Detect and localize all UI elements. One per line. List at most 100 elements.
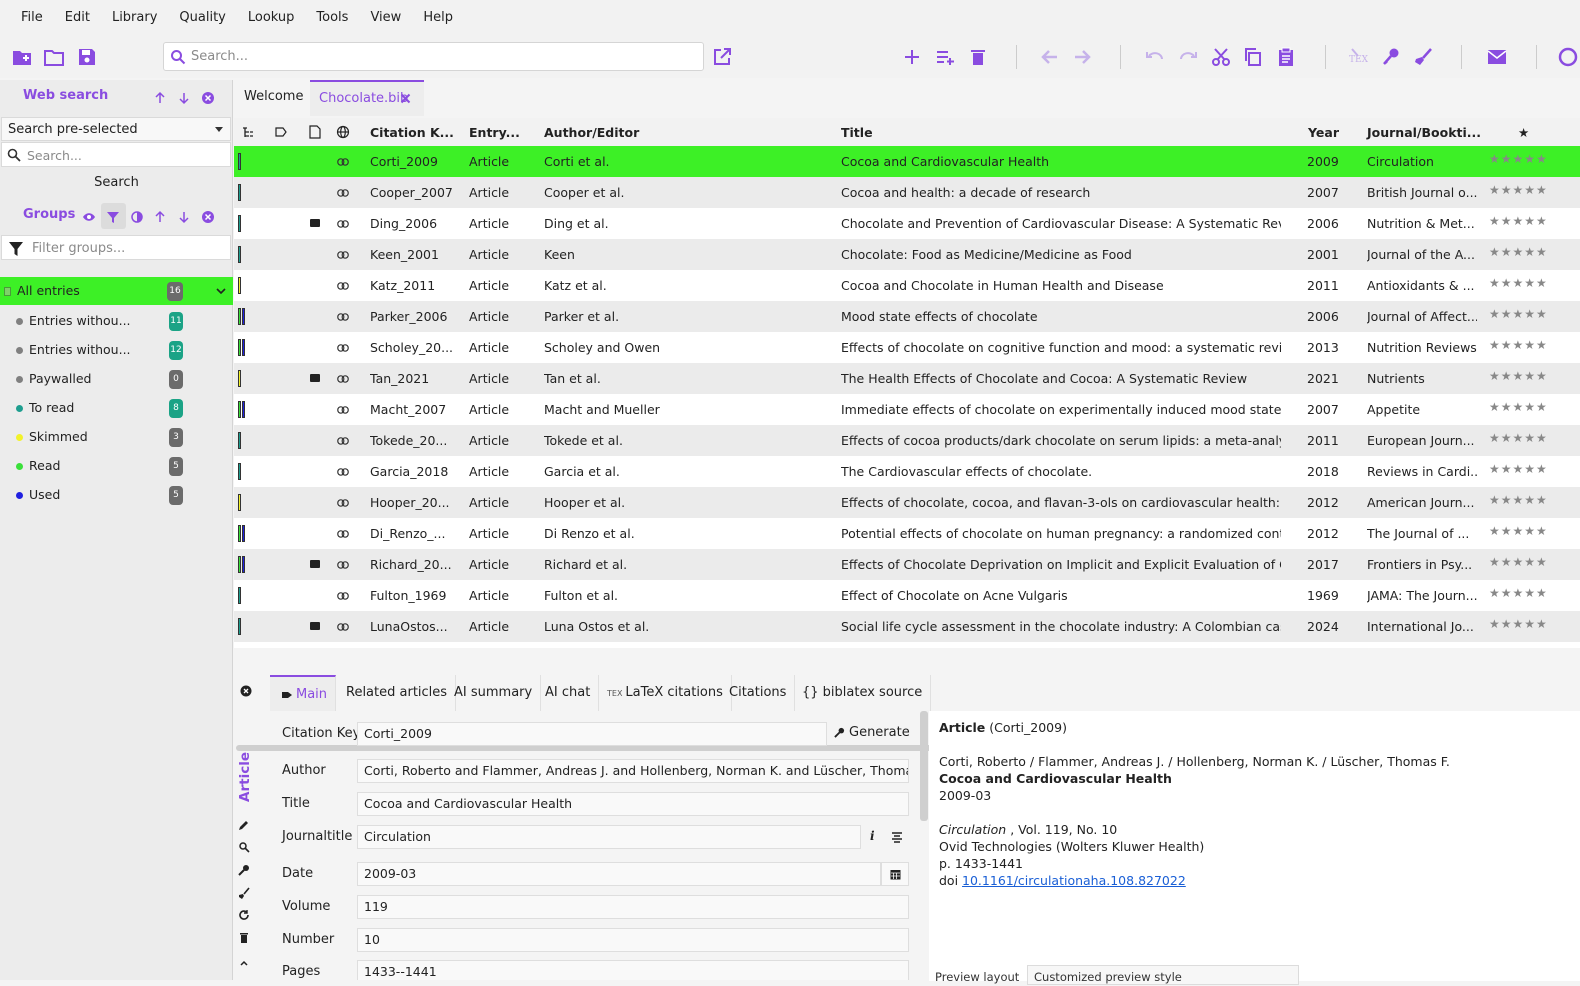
rating-stars[interactable]: ★★★★★: [1489, 586, 1548, 600]
group-entries-without-1[interactable]: Entries withou... 11: [0, 307, 233, 335]
citation-key-header[interactable]: Citation K...: [370, 125, 454, 140]
link-icon[interactable]: [337, 499, 349, 507]
number-input[interactable]: 10: [357, 928, 909, 952]
group-to-read[interactable]: To read 8: [0, 394, 233, 422]
rating-stars[interactable]: ★★★★★: [1489, 338, 1548, 352]
link-icon[interactable]: [337, 406, 349, 414]
invert-icon[interactable]: [129, 209, 145, 225]
volume-input[interactable]: 119: [357, 895, 909, 919]
filter-icon[interactable]: [105, 209, 121, 225]
link-icon[interactable]: [337, 375, 349, 383]
pdf-icon[interactable]: [310, 374, 320, 382]
entry-type-label[interactable]: Article: [236, 745, 266, 815]
entry-type-header[interactable]: Entry...: [469, 125, 520, 140]
pdf-icon[interactable]: [310, 622, 320, 630]
editor-tab-citations[interactable]: Citations: [721, 675, 796, 711]
copy-icon[interactable]: [1241, 45, 1265, 69]
save-icon[interactable]: [75, 45, 99, 69]
link-icon[interactable]: [337, 468, 349, 476]
rating-stars[interactable]: ★★★★★: [1489, 276, 1548, 290]
menu-library[interactable]: Library: [101, 0, 168, 36]
close-panel-icon[interactable]: [200, 209, 216, 225]
editor-tab-main[interactable]: Main: [270, 675, 337, 711]
table-row[interactable]: Tokede_20... Article Tokede et al. Effects …: [234, 425, 1580, 456]
open-external-icon[interactable]: [710, 45, 734, 69]
date-input[interactable]: 2009-03: [357, 862, 881, 886]
table-row[interactable]: Tan_2021 Article Tan et al. The Health Effe…: [234, 363, 1580, 394]
search-icon[interactable]: [238, 841, 254, 857]
table-row[interactable]: Garcia_2018 Article Garcia et al. The Cardi…: [234, 456, 1580, 487]
pdf-icon[interactable]: [310, 560, 320, 568]
table-row[interactable]: Cooper_2007 Article Cooper et al. Cocoa and…: [234, 177, 1580, 208]
table-row[interactable]: Ding_2006 Article Ding et al. Chocolate and…: [234, 208, 1580, 239]
back-icon[interactable]: [1038, 45, 1062, 69]
link-icon[interactable]: [337, 313, 349, 321]
label-column-icon[interactable]: [275, 126, 287, 138]
email-icon[interactable]: [1485, 45, 1509, 69]
group-read[interactable]: Read 5: [0, 452, 233, 480]
move-up-icon[interactable]: [152, 209, 168, 225]
table-row[interactable]: Fulton_1969 Article Fulton et al. Effect of…: [234, 580, 1580, 611]
editor-tab-ai-summary[interactable]: AI summary: [446, 675, 542, 711]
table-row[interactable]: Parker_2006 Article Parker et al. Mood stat…: [234, 301, 1580, 332]
journaltitle-input[interactable]: Circulation: [357, 825, 861, 849]
pages-input[interactable]: 1433--1441: [357, 960, 909, 980]
close-panel-icon[interactable]: [200, 90, 216, 106]
rating-stars[interactable]: ★★★★★: [1489, 245, 1548, 259]
refresh-icon[interactable]: [238, 909, 254, 925]
rating-stars[interactable]: ★★★★★: [1489, 152, 1548, 166]
web-search-button[interactable]: Search: [0, 175, 233, 190]
rating-stars[interactable]: ★★★★★: [1489, 183, 1548, 197]
filter-groups-input[interactable]: Filter groups...: [1, 235, 231, 260]
rating-stars[interactable]: ★★★★★: [1489, 369, 1548, 383]
generate-key-button[interactable]: Generate: [834, 725, 910, 740]
github-icon[interactable]: [1556, 45, 1580, 69]
link-icon[interactable]: [337, 189, 349, 197]
open-library-icon[interactable]: [42, 45, 66, 69]
link-icon[interactable]: [337, 592, 349, 600]
lookup-key-icon[interactable]: [238, 864, 254, 880]
table-row[interactable]: Hooper_20... Article Hooper et al. Effects …: [234, 487, 1580, 518]
cleanup-icon[interactable]: [1411, 45, 1435, 69]
title-input[interactable]: Cocoa and Cardiovascular Health: [357, 792, 909, 816]
link-icon[interactable]: [337, 437, 349, 445]
rating-stars[interactable]: ★★★★★: [1489, 400, 1548, 414]
group-paywalled[interactable]: Paywalled 0: [0, 365, 233, 393]
calendar-button[interactable]: [881, 862, 909, 886]
pdf-icon[interactable]: [310, 219, 320, 227]
rating-stars[interactable]: ★★★★★: [1489, 214, 1548, 228]
link-icon[interactable]: [337, 282, 349, 290]
group-entries-without-2[interactable]: Entries withou... 12: [0, 336, 233, 364]
web-search-fetcher-select[interactable]: Search pre-selected: [1, 117, 231, 141]
rating-stars[interactable]: ★★★★★: [1489, 524, 1548, 538]
file-column-icon[interactable]: [309, 125, 321, 139]
menu-lookup[interactable]: Lookup: [237, 0, 306, 36]
info-icon[interactable]: i: [870, 829, 875, 843]
table-row[interactable]: Keen_2001 Article Keen Chocolate: Food as M…: [234, 239, 1580, 270]
edit-pencil-icon[interactable]: [238, 819, 254, 835]
chevron-down-icon[interactable]: [216, 286, 226, 296]
citation-key-input[interactable]: Corti_2009: [357, 722, 827, 746]
editor-tab-ai-chat[interactable]: AI chat: [537, 675, 600, 711]
table-row[interactable]: Corti_2009 Article Corti et al. Cocoa and C…: [234, 146, 1580, 177]
journal-header[interactable]: Journal/Bookti...: [1367, 125, 1481, 140]
table-row[interactable]: LunaOstos... Article Luna Ostos et al. Soci…: [234, 611, 1580, 642]
link-icon[interactable]: [337, 530, 349, 538]
forward-icon[interactable]: [1070, 45, 1094, 69]
editor-tab-latex-citations[interactable]: TEX LaTeX citations: [599, 675, 732, 711]
menu-tools[interactable]: Tools: [305, 0, 359, 36]
table-row[interactable]: Richard_20... Article Richard et al. Effect…: [234, 549, 1580, 580]
author-input[interactable]: Corti, Roberto and Flammer, Andreas J. a…: [357, 759, 909, 783]
close-editor-icon[interactable]: [240, 685, 252, 697]
rating-stars[interactable]: ★★★★★: [1489, 307, 1548, 321]
new-library-icon[interactable]: [10, 45, 34, 69]
global-search-input[interactable]: Search...: [163, 42, 704, 71]
link-icon[interactable]: [337, 251, 349, 259]
chevron-up-icon[interactable]: [238, 957, 254, 973]
close-tab-icon[interactable]: [400, 93, 411, 104]
editor-scrollbar[interactable]: [920, 711, 928, 821]
cleanup-icon[interactable]: [238, 887, 254, 903]
move-down-icon[interactable]: [176, 209, 192, 225]
paste-icon[interactable]: [1274, 45, 1298, 69]
group-column-icon[interactable]: [242, 126, 254, 138]
